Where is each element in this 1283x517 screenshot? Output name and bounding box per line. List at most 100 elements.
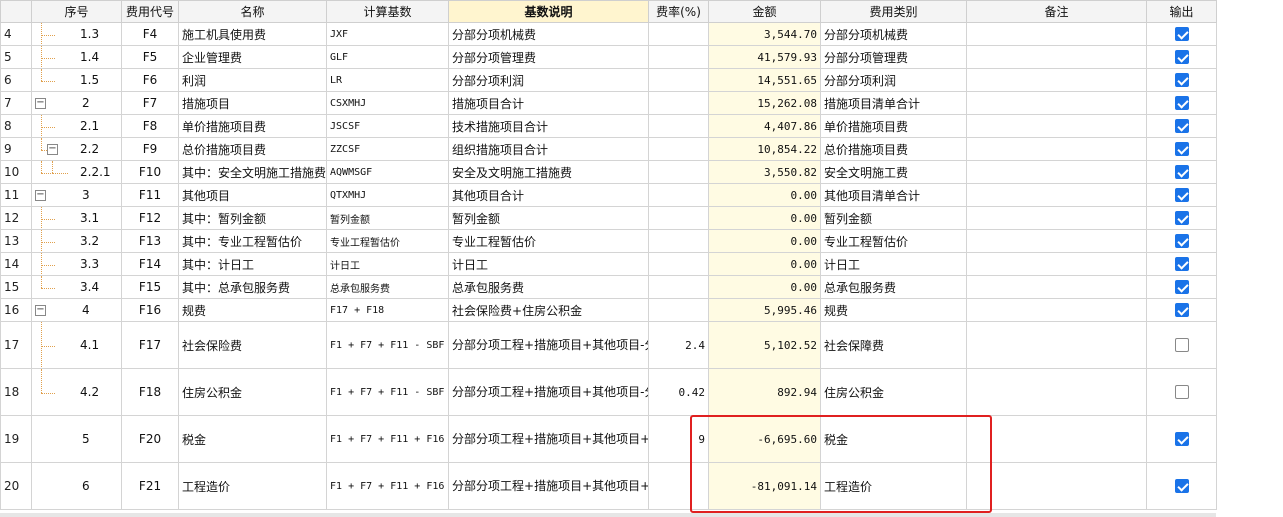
fee-name[interactable]: 规费 xyxy=(178,298,328,322)
calc-base[interactable]: JXF xyxy=(326,22,450,46)
output-cell[interactable] xyxy=(1146,252,1218,276)
fee-code[interactable]: F10 xyxy=(120,160,180,184)
output-cell[interactable] xyxy=(1146,275,1218,299)
output-checkbox[interactable] xyxy=(1174,27,1189,42)
fee-code[interactable]: F4 xyxy=(120,22,180,46)
calc-base[interactable]: JSCSF xyxy=(326,114,450,138)
fee-name[interactable]: 总价措施项目费 xyxy=(178,137,328,161)
tree-seq-cell[interactable]: −3 xyxy=(31,183,122,207)
tree-seq-cell[interactable]: −4 xyxy=(31,298,122,322)
output-checkbox[interactable] xyxy=(1174,257,1189,272)
table-row[interactable]: 8 2.1 F8 单价措施项目费 JSCSF 技术措施项目合计 4,407.86 单价措施项… xyxy=(0,114,1218,138)
tree-seq-cell[interactable]: 3.4 xyxy=(31,275,122,299)
fee-code[interactable]: F7 xyxy=(120,91,180,115)
fee-code[interactable]: F21 xyxy=(120,462,180,510)
col-header-name[interactable]: 名称 xyxy=(178,0,328,23)
output-checkbox[interactable] xyxy=(1174,165,1189,180)
col-header-base-desc[interactable]: 基数说明 xyxy=(448,0,650,23)
output-checkbox[interactable] xyxy=(1174,73,1189,88)
output-cell[interactable] xyxy=(1146,206,1218,230)
base-description[interactable]: 组织措施项目合计 xyxy=(448,137,650,161)
calc-base[interactable]: ZZCSF xyxy=(326,137,450,161)
fee-category[interactable]: 规费 xyxy=(820,298,968,322)
fee-rate[interactable]: 0.42 xyxy=(648,368,710,416)
calc-base[interactable]: F1 + F7 + F11 + F16 - (JGCLF+JGZCF +JGSB… xyxy=(326,415,450,463)
calc-base[interactable]: AQWMSGF xyxy=(326,160,450,184)
fee-category[interactable]: 税金 xyxy=(820,415,968,463)
output-cell[interactable] xyxy=(1146,415,1218,463)
fee-category[interactable]: 总价措施项目费 xyxy=(820,137,968,161)
tree-seq-cell[interactable]: 3.2 xyxy=(31,229,122,253)
fee-code[interactable]: F12 xyxy=(120,206,180,230)
output-cell[interactable] xyxy=(1146,68,1218,92)
fee-category[interactable]: 总承包服务费 xyxy=(820,275,968,299)
col-header-output[interactable]: 输出 xyxy=(1146,0,1218,23)
fee-name[interactable]: 税金 xyxy=(178,415,328,463)
tree-seq-cell[interactable]: − 2.2 xyxy=(31,137,122,161)
fee-remark[interactable] xyxy=(966,462,1148,510)
base-description[interactable]: 计日工 xyxy=(448,252,650,276)
table-row[interactable]: 206F21工程造价F1 + F7 + F11 + F16 + F20 - (J… xyxy=(0,462,1218,510)
fee-rate[interactable] xyxy=(648,45,710,69)
col-header-index[interactable] xyxy=(0,0,32,23)
table-row[interactable]: 10 2.2.1 F10 其中：安全文明施工措施费 AQWMSGF 安全及文明施工措施费 3… xyxy=(0,160,1218,184)
fee-category[interactable]: 安全文明施工费 xyxy=(820,160,968,184)
fee-category[interactable]: 工程造价 xyxy=(820,462,968,510)
fee-category[interactable]: 措施项目清单合计 xyxy=(820,91,968,115)
base-description[interactable]: 总承包服务费 xyxy=(448,275,650,299)
fee-remark[interactable] xyxy=(966,275,1148,299)
tree-seq-cell[interactable]: 4.2 xyxy=(31,368,122,416)
fee-name[interactable]: 其中：暂列金额 xyxy=(178,206,328,230)
calc-base[interactable]: F1 + F7 + F11 + F16 + F20 - (JGCLF +JGZC… xyxy=(326,462,450,510)
table-row[interactable]: 16−4 F16 规费 F17 + F18 社会保险费+住房公积金 5,995.46 规费 xyxy=(0,298,1218,322)
table-row[interactable]: 14 3.3 F14 其中：计日工 计日工 计日工 0.00 计日工 xyxy=(0,252,1218,276)
fee-remark[interactable] xyxy=(966,160,1148,184)
fee-code[interactable]: F14 xyxy=(120,252,180,276)
tree-seq-cell[interactable]: 1.5 xyxy=(31,68,122,92)
base-description[interactable]: 分部分项工程+措施项目+其他项目+规费-(甲供材料费+甲供主材费+甲供设备费)/… xyxy=(448,415,650,463)
output-checkbox[interactable] xyxy=(1174,188,1189,203)
col-header-base[interactable]: 计算基数 xyxy=(326,0,450,23)
base-description[interactable]: 专业工程暂估价 xyxy=(448,229,650,253)
fee-rate[interactable]: 9 xyxy=(648,415,710,463)
output-checkbox[interactable] xyxy=(1174,142,1189,157)
fee-rate[interactable] xyxy=(648,91,710,115)
fee-name[interactable]: 其中：总承包服务费 xyxy=(178,275,328,299)
tree-seq-cell[interactable]: 5 xyxy=(31,415,122,463)
fee-remark[interactable] xyxy=(966,206,1148,230)
output-checkbox[interactable] xyxy=(1174,479,1189,494)
calc-base[interactable]: 专业工程暂估价 xyxy=(326,229,450,253)
col-header-seq[interactable]: 序号 xyxy=(31,0,122,23)
fee-remark[interactable] xyxy=(966,22,1148,46)
fee-category[interactable]: 暂列金额 xyxy=(820,206,968,230)
fee-rate[interactable] xyxy=(648,275,710,299)
fee-name[interactable]: 措施项目 xyxy=(178,91,328,115)
base-description[interactable]: 分部分项工程+措施项目+其他项目-分部分项设备费-技术措施项目设备费 xyxy=(448,321,650,369)
tree-seq-cell[interactable]: 6 xyxy=(31,462,122,510)
fee-remark[interactable] xyxy=(966,368,1148,416)
base-description[interactable]: 社会保险费+住房公积金 xyxy=(448,298,650,322)
output-checkbox[interactable] xyxy=(1174,96,1189,111)
fee-remark[interactable] xyxy=(966,252,1148,276)
fee-category[interactable]: 计日工 xyxy=(820,252,968,276)
fee-code[interactable]: F16 xyxy=(120,298,180,322)
tree-seq-cell[interactable]: 4.1 xyxy=(31,321,122,369)
fee-remark[interactable] xyxy=(966,415,1148,463)
calc-base[interactable]: QTXMHJ xyxy=(326,183,450,207)
output-checkbox[interactable] xyxy=(1174,280,1189,295)
fee-rate[interactable] xyxy=(648,298,710,322)
fee-code[interactable]: F11 xyxy=(120,183,180,207)
output-checkbox[interactable] xyxy=(1174,338,1189,353)
fee-name[interactable]: 其中：安全文明施工措施费 xyxy=(178,160,328,184)
fee-name[interactable]: 其中：计日工 xyxy=(178,252,328,276)
table-row[interactable]: 13 3.2 F13 其中：专业工程暂估价 专业工程暂估价 专业工程暂估价 0.00 专业工程… xyxy=(0,229,1218,253)
output-cell[interactable] xyxy=(1146,229,1218,253)
fee-category[interactable]: 分部分项利润 xyxy=(820,68,968,92)
fee-remark[interactable] xyxy=(966,114,1148,138)
calc-base[interactable]: F1 + F7 + F11 - SBF - JSCS_SBF xyxy=(326,368,450,416)
tree-seq-cell[interactable]: 1.4 xyxy=(31,45,122,69)
table-row[interactable]: 195F20税金F1 + F7 + F11 + F16 - (JGCLF+JGZ… xyxy=(0,415,1218,463)
fee-category[interactable]: 分部分项机械费 xyxy=(820,22,968,46)
fee-rate[interactable]: 2.4 xyxy=(648,321,710,369)
fee-remark[interactable] xyxy=(966,137,1148,161)
